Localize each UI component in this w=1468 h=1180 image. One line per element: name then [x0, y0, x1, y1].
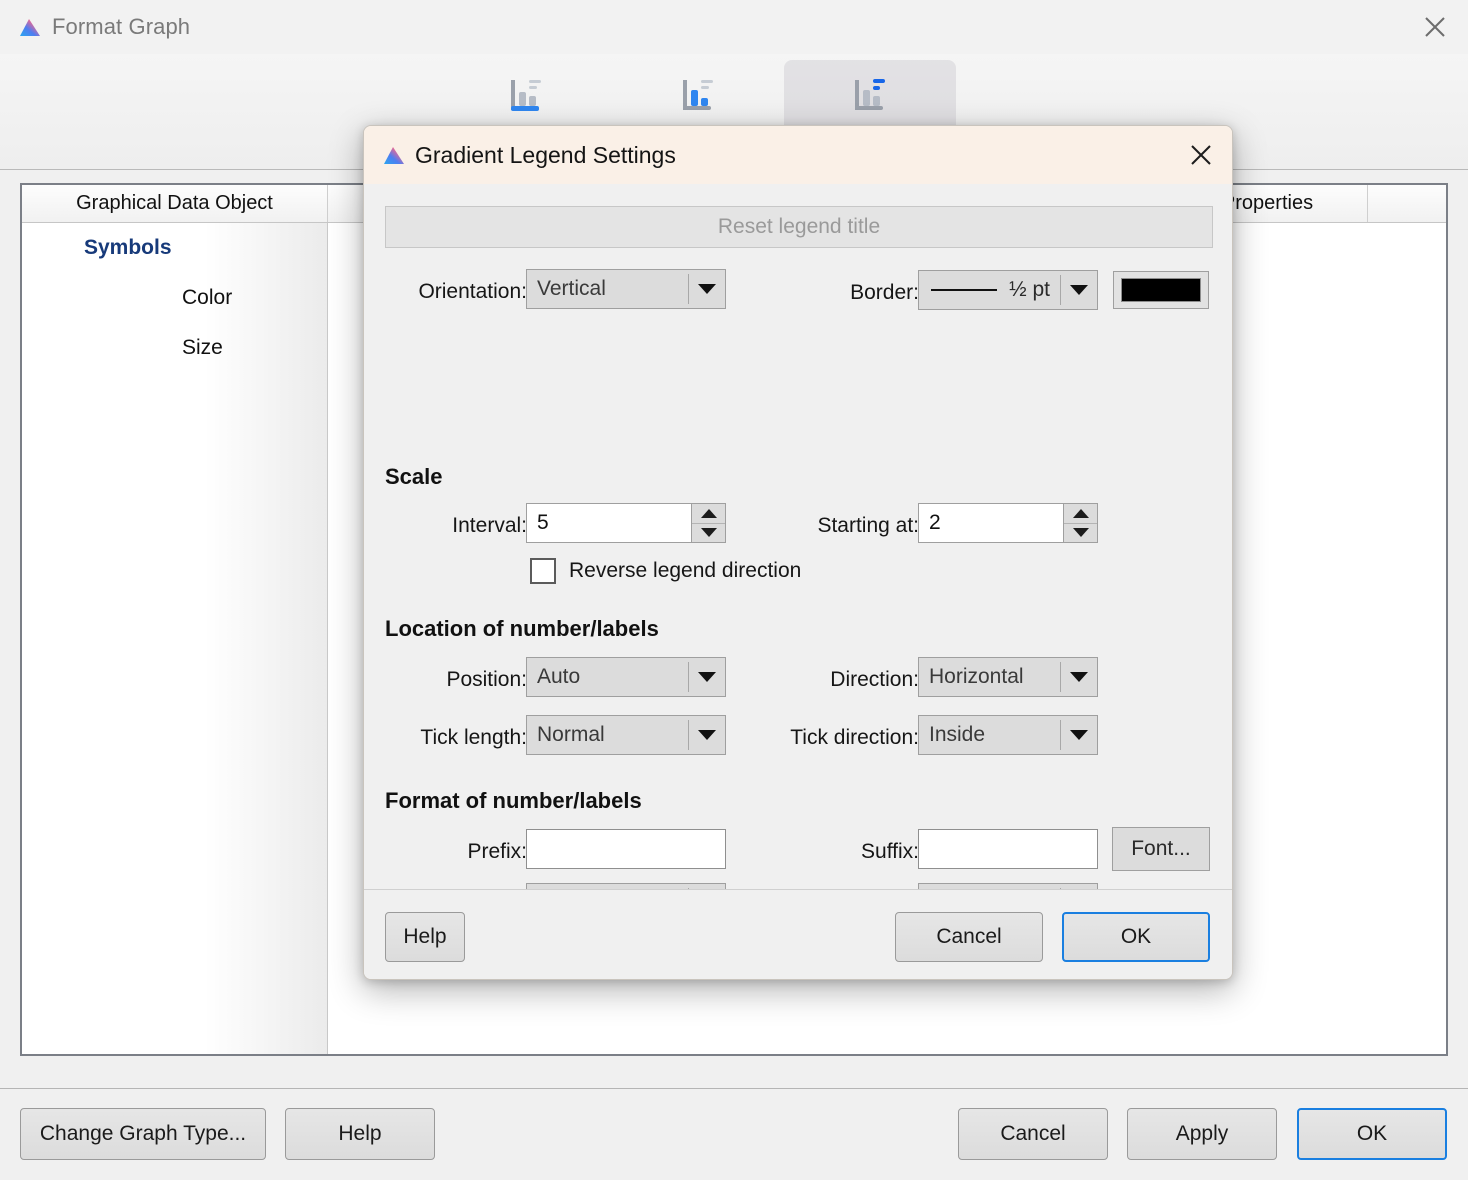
dialog-title-group: Gradient Legend Settings [364, 142, 676, 169]
format-graph-window: Format Graph Axis Variables [0, 0, 1468, 1180]
cancel-button[interactable]: Cancel [958, 1108, 1108, 1160]
tick-direction-value: Inside [919, 723, 1060, 747]
tree-item-size[interactable]: Size [22, 323, 327, 373]
checkbox-box[interactable] [530, 558, 556, 584]
stepper-up-button[interactable] [692, 504, 725, 524]
window-titlebar: Format Graph [0, 0, 1468, 54]
border-width-value: ½ pt [997, 278, 1060, 302]
border-label: Border: [784, 281, 919, 305]
tick-direction-select[interactable]: Inside [918, 715, 1098, 755]
window-bottom-bar: Change Graph Type... Help Cancel Apply O… [0, 1088, 1468, 1180]
line-preview-icon [931, 289, 997, 291]
chevron-down-icon [689, 730, 725, 740]
reverse-legend-direction-checkbox[interactable]: Reverse legend direction [530, 558, 801, 584]
font-button[interactable]: Font... [1112, 827, 1210, 871]
bar-chart-icon [505, 74, 547, 118]
tick-length-select[interactable]: Normal [526, 715, 726, 755]
scale-section-title: Scale [385, 464, 443, 490]
bar-chart-legend-icon [849, 74, 891, 118]
help-button[interactable]: Help [285, 1108, 435, 1160]
location-section-title: Location of number/labels [385, 616, 659, 642]
interval-stepper[interactable]: 5 [526, 503, 726, 543]
chevron-down-icon [1061, 672, 1097, 682]
ok-button[interactable]: OK [1297, 1108, 1447, 1160]
direction-value: Horizontal [919, 665, 1060, 689]
dialog-footer: Help Cancel OK [364, 889, 1232, 979]
gradient-legend-settings-dialog: Gradient Legend Settings Reset legend ti… [363, 125, 1233, 980]
stepper-buttons[interactable] [1063, 504, 1097, 542]
position-label: Position: [385, 668, 527, 692]
column-header-graphical-data-object[interactable]: Graphical Data Object [22, 185, 328, 222]
close-icon [1422, 14, 1448, 40]
chevron-down-icon [689, 672, 725, 682]
prism-triangle-logo-icon [382, 145, 406, 165]
tree-item-symbols[interactable]: Symbols [22, 223, 327, 273]
close-icon [1188, 142, 1214, 168]
border-width-select[interactable]: ½ pt [918, 270, 1098, 310]
starting-at-value: 2 [919, 511, 1063, 535]
direction-select[interactable]: Horizontal [918, 657, 1098, 697]
tick-length-label: Tick length: [375, 726, 527, 750]
apply-button[interactable]: Apply [1127, 1108, 1277, 1160]
position-value: Auto [527, 665, 688, 689]
orientation-select[interactable]: Vertical [526, 269, 726, 309]
dialog-close-button[interactable] [1170, 126, 1232, 184]
bar-chart-icon [677, 74, 719, 118]
stepper-up-button[interactable] [1064, 504, 1097, 524]
dialog-help-button[interactable]: Help [385, 912, 465, 962]
dialog-body: Reset legend title Orientation: Vertical… [364, 184, 1232, 889]
reset-legend-title-button[interactable]: Reset legend title [385, 206, 1213, 248]
reverse-legend-direction-label: Reverse legend direction [569, 559, 801, 583]
prism-triangle-logo-icon [18, 17, 42, 37]
interval-value: 5 [527, 511, 691, 535]
dialog-ok-button[interactable]: OK [1062, 912, 1210, 962]
border-color-swatch [1121, 278, 1201, 302]
stepper-down-button[interactable] [1064, 524, 1097, 543]
dialog-titlebar: Gradient Legend Settings [364, 126, 1232, 184]
interval-label: Interval: [385, 514, 527, 538]
window-title-group: Format Graph [0, 14, 190, 40]
window-title: Format Graph [52, 14, 190, 40]
orientation-value: Vertical [527, 277, 688, 301]
prefix-input[interactable] [526, 829, 726, 869]
dialog-title: Gradient Legend Settings [415, 142, 676, 169]
dialog-cancel-button[interactable]: Cancel [895, 912, 1043, 962]
starting-at-stepper[interactable]: 2 [918, 503, 1098, 543]
stepper-down-button[interactable] [692, 524, 725, 543]
direction-label: Direction: [754, 668, 919, 692]
format-section-title: Format of number/labels [385, 788, 642, 814]
border-color-button[interactable] [1113, 271, 1209, 309]
chevron-down-icon [1061, 285, 1097, 295]
tick-direction-label: Tick direction: [729, 726, 919, 750]
suffix-label: Suffix: [769, 840, 919, 864]
graphical-data-object-tree: Symbols Color Size [22, 223, 328, 1054]
stepper-buttons[interactable] [691, 504, 725, 542]
orientation-label: Orientation: [385, 280, 527, 304]
tree-item-color[interactable]: Color [22, 273, 327, 323]
chevron-down-icon [689, 284, 725, 294]
chevron-down-icon [1061, 730, 1097, 740]
prefix-label: Prefix: [385, 840, 527, 864]
window-close-button[interactable] [1402, 0, 1468, 54]
tick-length-value: Normal [527, 723, 688, 747]
position-select[interactable]: Auto [526, 657, 726, 697]
change-graph-type-button[interactable]: Change Graph Type... [20, 1108, 266, 1160]
suffix-input[interactable] [918, 829, 1098, 869]
column-header-trailing[interactable] [1368, 185, 1446, 222]
starting-at-label: Starting at: [764, 514, 919, 538]
